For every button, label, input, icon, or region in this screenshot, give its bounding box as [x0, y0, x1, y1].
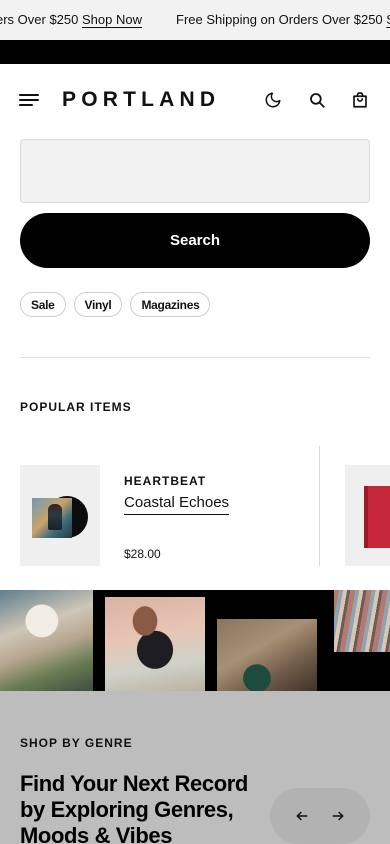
product-price: $28.00 — [124, 547, 161, 561]
lifestyle-photo-strip — [0, 590, 390, 693]
announcement-bar: ers Over $250 Shop Now Free Shipping on … — [0, 0, 390, 40]
section-label: SHOP BY GENRE — [20, 736, 133, 750]
promo-strip — [0, 40, 390, 64]
photo-reader — [105, 597, 205, 693]
moon-icon[interactable] — [262, 88, 284, 112]
tag-sale[interactable]: Sale — [20, 292, 66, 317]
carousel-controls — [270, 788, 370, 844]
shop-by-genre-section: SHOP BY GENRE Find Your Next Record by E… — [0, 691, 390, 844]
announcement-item: Free Shipping on Orders Over $250 S — [176, 12, 390, 27]
site-header: PORTLAND — [0, 64, 390, 136]
announcement-item: ers Over $250 Shop Now — [0, 12, 142, 27]
tag-magazines[interactable]: Magazines — [130, 292, 211, 317]
product-brand: HEARTBEAT — [124, 474, 207, 488]
popular-tags: Sale Vinyl Magazines — [20, 292, 211, 317]
arrow-right-icon[interactable] — [328, 806, 348, 826]
section-divider — [20, 357, 370, 358]
tag-vinyl[interactable]: Vinyl — [73, 292, 123, 317]
popular-items-title: POPULAR ITEMS — [20, 400, 132, 414]
announcement-text: Free Shipping on Orders Over $250 — [176, 12, 383, 27]
photo-record-crates — [334, 590, 390, 652]
album-cover — [32, 498, 72, 538]
search-button[interactable]: Search — [20, 213, 370, 268]
photo-guitarist — [0, 590, 93, 693]
next-product-image[interactable] — [345, 465, 390, 566]
shop-now-link[interactable]: Shop Now — [82, 12, 142, 27]
product-title-link[interactable]: Coastal Echoes — [124, 494, 230, 515]
product-card[interactable]: HEARTBEAT Coastal Echoes $28.00 — [20, 446, 320, 566]
menu-icon[interactable] — [19, 94, 39, 106]
photo-turntable — [217, 619, 317, 693]
search-input[interactable] — [20, 139, 370, 203]
arrow-left-icon[interactable] — [292, 806, 312, 826]
section-heading: Find Your Next Record by Exploring Genre… — [20, 771, 248, 844]
product-image[interactable] — [20, 465, 100, 566]
announcement-text: ers Over $250 — [0, 12, 79, 27]
bag-icon[interactable] — [349, 88, 371, 112]
shop-now-link[interactable]: S — [386, 12, 390, 27]
site-logo[interactable]: PORTLAND — [62, 88, 220, 112]
search-icon[interactable] — [306, 88, 328, 112]
